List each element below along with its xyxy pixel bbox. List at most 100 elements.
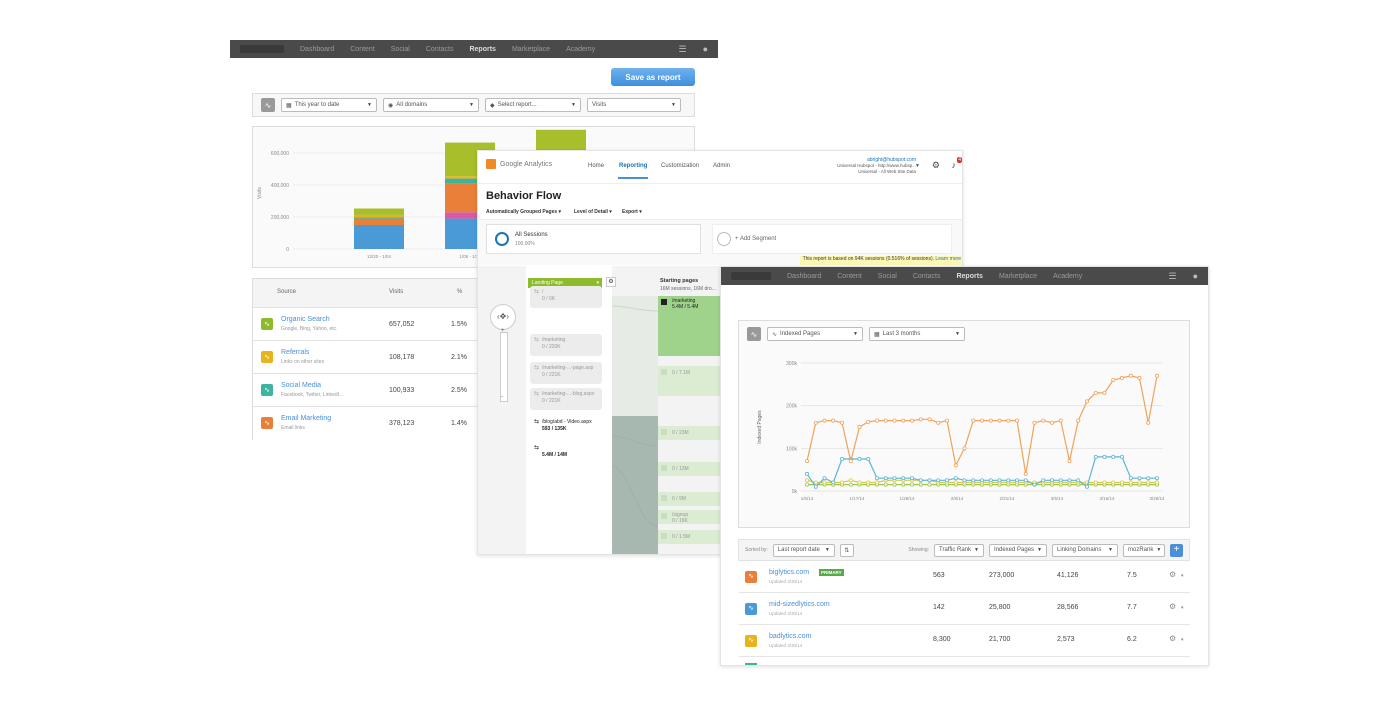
landing-page-node[interactable]: ⇆/marketing-...-page.asp 0 / 221K [530, 362, 602, 384]
data-point[interactable] [840, 480, 845, 485]
data-point[interactable] [1023, 478, 1028, 483]
nav-content[interactable]: Content [837, 273, 862, 280]
user-icon[interactable]: ● [703, 44, 708, 54]
starting-page-node[interactable]: 0 / 13M [658, 462, 720, 476]
date-range-select[interactable]: ▦ This year to date ▼ [281, 98, 377, 112]
menu-icon[interactable]: ☰ [1168, 271, 1176, 282]
menu-icon[interactable]: ☰ [678, 44, 686, 55]
data-point[interactable] [979, 478, 984, 483]
bar-segment[interactable] [354, 208, 404, 215]
account-info[interactable]: abright@hubspot.com Universal Hubspot - … [837, 157, 916, 175]
account-dropdown-icon[interactable]: ▼ [915, 163, 920, 169]
landing-page-node[interactable]: ⇆/0 / 0K [530, 286, 602, 308]
data-point[interactable] [1137, 375, 1142, 380]
all-sessions-segment[interactable]: All Sessions 100.00% [486, 224, 701, 254]
data-point[interactable] [866, 480, 871, 485]
data-point[interactable] [988, 418, 993, 423]
data-point[interactable] [866, 457, 871, 462]
source-name[interactable]: Referrals [281, 349, 324, 356]
ga-nav-admin[interactable]: Admin [713, 163, 730, 169]
data-point[interactable] [831, 480, 836, 485]
nav-academy[interactable]: Academy [566, 46, 595, 53]
data-point[interactable] [971, 478, 976, 483]
chart-type-icon[interactable]: ∿ [747, 327, 761, 341]
chart-type-icon[interactable]: ∿ [261, 98, 275, 112]
data-point[interactable] [936, 478, 941, 483]
data-point[interactable] [1041, 478, 1046, 483]
data-point[interactable] [848, 478, 853, 483]
domain-name[interactable]: badlytics.com [769, 633, 811, 640]
data-point[interactable] [840, 457, 845, 462]
data-point[interactable] [1146, 480, 1151, 485]
data-point[interactable] [892, 476, 897, 481]
data-point[interactable] [997, 418, 1002, 423]
data-point[interactable] [813, 480, 818, 485]
data-point[interactable] [918, 417, 923, 422]
metric-select[interactable]: ∿ Indexed Pages ▼ [767, 327, 863, 341]
data-point[interactable] [1128, 476, 1133, 481]
domain-name[interactable]: biglytics.com [769, 569, 809, 576]
bar-segment[interactable] [354, 225, 404, 249]
level-of-detail-menu[interactable]: Level of Detail ▾ [574, 209, 612, 215]
data-point[interactable] [1093, 390, 1098, 395]
data-point[interactable] [874, 480, 879, 485]
learn-more-link[interactable]: Learn more [935, 256, 961, 262]
grouped-pages-menu[interactable]: Automatically Grouped Pages ▾ [486, 209, 561, 215]
data-point[interactable] [1154, 373, 1159, 378]
bar-segment[interactable] [354, 217, 404, 219]
data-point[interactable] [883, 482, 888, 487]
column-select-1[interactable]: Traffic Rank ▼ [934, 543, 984, 557]
data-point[interactable] [918, 478, 923, 483]
report-select[interactable]: ◆ Select report... ▼ [485, 98, 581, 112]
starting-page-node[interactable]: 0 / 1.5M [658, 530, 720, 544]
data-point[interactable] [1049, 478, 1054, 483]
domain-select[interactable]: ◉ All domains ▼ [383, 98, 479, 112]
data-point[interactable] [892, 418, 897, 423]
starting-page-node[interactable]: 0 / 9M [658, 492, 720, 506]
ga-logo[interactable]: Google Analytics [486, 159, 552, 169]
chevron-down-icon[interactable]: ▾ [1181, 637, 1184, 643]
data-point[interactable] [927, 478, 932, 483]
notifications-bell-icon[interactable]: ♪ [952, 160, 957, 170]
data-point[interactable] [805, 471, 810, 476]
data-point[interactable] [971, 418, 976, 423]
settings-gear-icon[interactable]: ⚙ [932, 160, 940, 171]
starting-page-node[interactable]: 0 / 23M [658, 426, 720, 440]
data-point[interactable] [901, 482, 906, 487]
data-point[interactable] [1041, 418, 1046, 423]
data-point[interactable] [1128, 480, 1133, 485]
data-point[interactable] [1111, 454, 1116, 459]
data-point[interactable] [1137, 480, 1142, 485]
data-point[interactable] [979, 418, 984, 423]
data-point[interactable] [1093, 454, 1098, 459]
add-segment-button[interactable]: + Add Segment [712, 224, 952, 254]
starting-page-node[interactable]: /signup 0 / 16K [658, 510, 720, 524]
table-row[interactable]: ∿ biglytics.com PRIMARY Updated 3/30/14 563 2… [739, 561, 1190, 593]
row-settings-gear-icon[interactable]: ⚙ [1169, 570, 1176, 579]
data-point[interactable] [1084, 484, 1089, 489]
data-point[interactable] [1084, 399, 1089, 404]
data-point[interactable] [962, 478, 967, 483]
data-point[interactable] [1076, 478, 1081, 483]
date-range-select[interactable]: ▦ Last 3 months ▼ [869, 327, 965, 341]
column-select-3[interactable]: Linking Domains ▼ [1052, 543, 1118, 557]
data-point[interactable] [962, 446, 967, 451]
col-percent[interactable]: % [457, 289, 462, 295]
data-point[interactable] [1006, 418, 1011, 423]
nav-content[interactable]: Content [350, 46, 375, 53]
data-point[interactable] [1102, 480, 1107, 485]
data-point[interactable] [1154, 476, 1159, 481]
data-point[interactable] [883, 418, 888, 423]
nav-contacts[interactable]: Contacts [913, 273, 941, 280]
column-select-4[interactable]: mozRank ▼ [1123, 543, 1165, 557]
data-point[interactable] [883, 476, 888, 481]
nav-marketplace[interactable]: Marketplace [999, 273, 1037, 280]
data-point[interactable] [901, 476, 906, 481]
data-point[interactable] [874, 476, 879, 481]
source-name[interactable]: Organic Search [281, 316, 338, 323]
data-point[interactable] [822, 418, 827, 423]
chevron-down-icon[interactable]: ▾ [1181, 605, 1184, 611]
data-point[interactable] [1119, 454, 1124, 459]
table-row[interactable]: ∿ mid-sizedlytics.com Updated 3/30/14 142 25… [739, 593, 1190, 625]
data-point[interactable] [840, 420, 845, 425]
